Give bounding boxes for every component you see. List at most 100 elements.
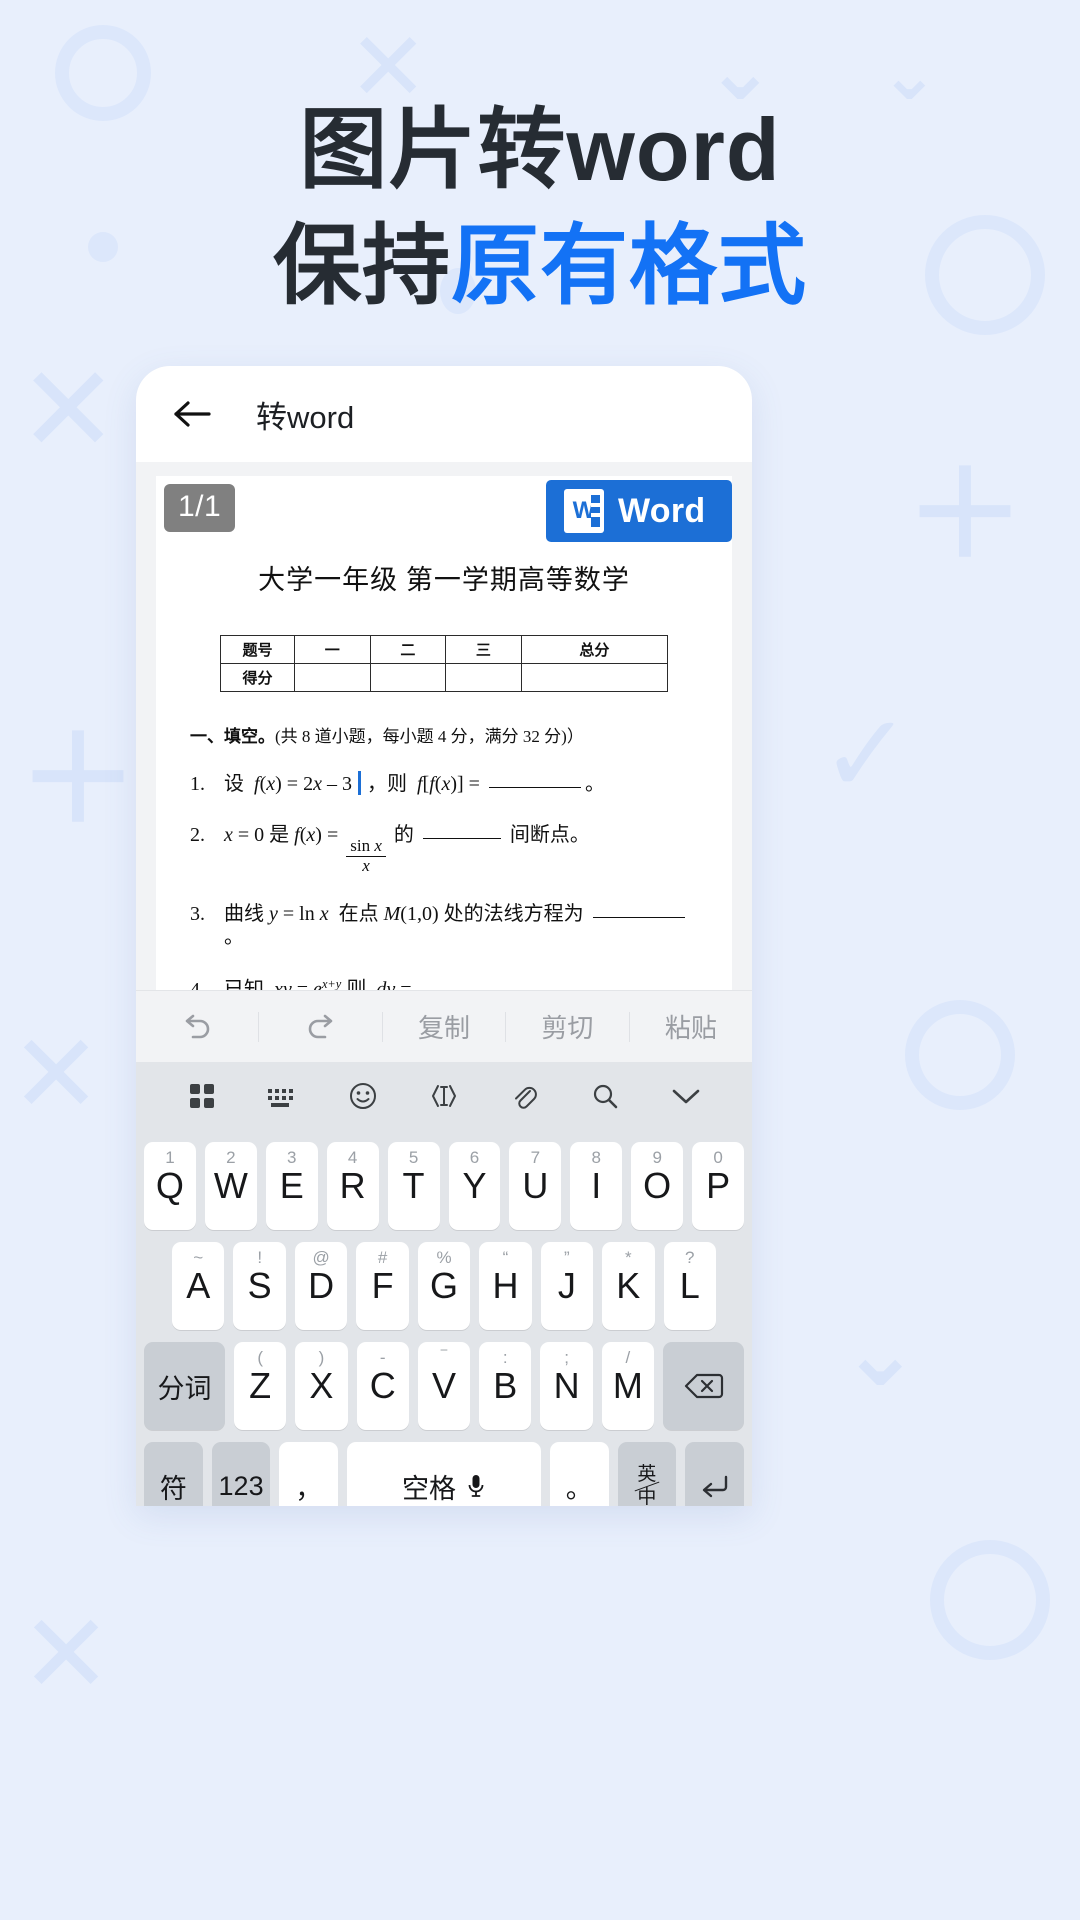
key-hint: 3 bbox=[287, 1148, 297, 1167]
key-hint: : bbox=[502, 1348, 508, 1367]
key-hint: @ bbox=[312, 1248, 330, 1267]
key-hint: ‾ bbox=[441, 1348, 447, 1367]
redo-button[interactable] bbox=[259, 991, 381, 1062]
table-row: 题号 一 二 三 总分 bbox=[220, 635, 669, 664]
keyboard-row-1: 1Q 2W 3E 4R 5T 6Y 7U 8I 9O 0P bbox=[136, 1142, 752, 1230]
backspace-key[interactable] bbox=[662, 1342, 745, 1430]
document-viewer[interactable]: 1/1 W Word 大学一年级 第一学期高等数学 题号 一 二 三 总分 得分 bbox=[136, 462, 752, 990]
emoji-icon[interactable] bbox=[323, 1081, 404, 1111]
section-heading-rest: (共 8 道小题，每小题 4 分，满分 32 分)） bbox=[275, 727, 584, 746]
document-title: 大学一年级 第一学期高等数学 bbox=[258, 565, 630, 595]
key-m[interactable]: / M bbox=[601, 1342, 654, 1430]
key-a[interactable]: ~ A bbox=[172, 1242, 225, 1330]
key-hint: 2 bbox=[226, 1148, 236, 1167]
question-number: 1. bbox=[190, 773, 205, 795]
grid-glyph bbox=[190, 1084, 215, 1108]
cut-button[interactable]: 剪切 bbox=[506, 991, 628, 1062]
key-q[interactable]: 1Q bbox=[143, 1142, 196, 1230]
key-r[interactable]: 4R bbox=[326, 1142, 379, 1230]
symbol-key[interactable]: 符 bbox=[144, 1442, 203, 1506]
answer-blank[interactable] bbox=[422, 838, 501, 839]
search-icon[interactable] bbox=[565, 1081, 646, 1111]
key-hint: ~ bbox=[193, 1248, 204, 1267]
document-page[interactable]: 1/1 W Word 大学一年级 第一学期高等数学 题号 一 二 三 总分 得分 bbox=[156, 476, 732, 990]
enter-key[interactable] bbox=[685, 1442, 744, 1506]
keyboard-row-2: ~ A ! S @ D # F % G “H ” J * K ? L bbox=[136, 1242, 752, 1330]
score-table: 题号 一 二 三 总分 得分 bbox=[220, 635, 669, 692]
clip-icon[interactable] bbox=[484, 1082, 565, 1110]
key-label: E bbox=[279, 1165, 304, 1206]
space-key[interactable]: 空格 bbox=[347, 1442, 541, 1506]
key-b[interactable]: :B bbox=[479, 1342, 532, 1430]
key-label: P bbox=[706, 1165, 731, 1206]
key-label: ， bbox=[295, 1473, 323, 1504]
key-label: B bbox=[493, 1365, 518, 1406]
question-number: 3. bbox=[190, 903, 205, 926]
key-label: L bbox=[679, 1265, 700, 1306]
answer-blank[interactable] bbox=[488, 787, 581, 788]
key-h[interactable]: “H bbox=[479, 1242, 532, 1330]
key-w[interactable]: 2W bbox=[204, 1142, 257, 1230]
chevron-down-icon[interactable] bbox=[645, 1085, 726, 1107]
key-hint: ( bbox=[257, 1348, 263, 1367]
period-key[interactable]: 。 bbox=[549, 1442, 609, 1506]
key-p[interactable]: 0P bbox=[692, 1142, 745, 1230]
key-j[interactable]: ” J bbox=[540, 1242, 594, 1330]
key-label: V bbox=[431, 1365, 456, 1406]
key-z[interactable]: (Z bbox=[234, 1342, 287, 1430]
key-hint: ) bbox=[318, 1348, 325, 1367]
table-cell: 得分 bbox=[220, 663, 295, 692]
key-t[interactable]: 5T bbox=[387, 1142, 440, 1230]
key-hint: % bbox=[436, 1248, 452, 1267]
key-hint: - bbox=[379, 1348, 386, 1367]
grid-icon[interactable] bbox=[162, 1081, 243, 1111]
segment-key[interactable]: 分词 bbox=[143, 1342, 226, 1430]
key-n[interactable]: ; N bbox=[540, 1342, 593, 1430]
table-cell: 题号 bbox=[220, 635, 295, 664]
page-title: 转word bbox=[256, 399, 355, 435]
key-o[interactable]: 9O bbox=[631, 1142, 684, 1230]
section-heading: 一、填空。 (共 8 道小题，每小题 4 分，满分 32 分)） bbox=[182, 722, 706, 747]
key-v[interactable]: ‾ V bbox=[417, 1342, 471, 1430]
undo-button[interactable] bbox=[136, 991, 258, 1062]
key-hint: ” bbox=[564, 1248, 570, 1267]
key-i[interactable]: 8I bbox=[570, 1142, 623, 1230]
text-edit-icon[interactable] bbox=[404, 1082, 485, 1110]
key-u[interactable]: 7U bbox=[509, 1142, 562, 1230]
key-l[interactable]: ? L bbox=[663, 1242, 716, 1330]
key-label: Y bbox=[462, 1165, 487, 1206]
question-list: 一、填空。 (共 8 道小题，每小题 4 分，满分 32 分)） 1. 设 f(x… bbox=[182, 722, 706, 990]
key-c[interactable]: -C bbox=[356, 1342, 409, 1430]
key-s[interactable]: ! S bbox=[233, 1242, 286, 1330]
key-e[interactable]: 3E bbox=[265, 1142, 318, 1230]
key-label-top: 英 bbox=[637, 1463, 657, 1485]
table-cell: 二 bbox=[369, 635, 447, 664]
key-hint: 5 bbox=[408, 1148, 419, 1167]
key-y[interactable]: 6Y bbox=[448, 1142, 501, 1230]
key-x[interactable]: ) X bbox=[295, 1342, 348, 1430]
key-k[interactable]: * K bbox=[602, 1242, 655, 1330]
copy-button[interactable]: 复制 bbox=[383, 991, 505, 1062]
numeric-key[interactable]: 123 bbox=[211, 1442, 271, 1506]
language-toggle-key[interactable]: 英 中 bbox=[617, 1442, 677, 1506]
deco-plus-icon: ＋ bbox=[18, 713, 138, 847]
key-label: T bbox=[402, 1165, 425, 1206]
headline-line-2-accent: 原有格式 bbox=[451, 216, 808, 316]
table-cell: 总分 bbox=[520, 635, 669, 664]
table-cell bbox=[445, 663, 522, 692]
answer-blank[interactable] bbox=[592, 917, 685, 919]
key-hint: “ bbox=[502, 1248, 509, 1267]
key-g[interactable]: % G bbox=[417, 1242, 471, 1330]
keyboard-icon[interactable] bbox=[243, 1083, 324, 1109]
key-label: W bbox=[213, 1165, 248, 1206]
back-arrow-icon[interactable] bbox=[170, 392, 214, 436]
key-d[interactable]: @ D bbox=[294, 1242, 348, 1330]
key-label: 分词 bbox=[157, 1373, 212, 1404]
export-word-button[interactable]: W Word bbox=[546, 480, 732, 542]
key-label: A bbox=[186, 1265, 211, 1306]
paste-button[interactable]: 粘贴 bbox=[630, 991, 752, 1062]
clip-glyph bbox=[514, 1086, 537, 1109]
key-f[interactable]: # F bbox=[356, 1242, 409, 1330]
comma-key[interactable]: ， bbox=[279, 1442, 339, 1506]
search-glyph bbox=[594, 1084, 618, 1109]
